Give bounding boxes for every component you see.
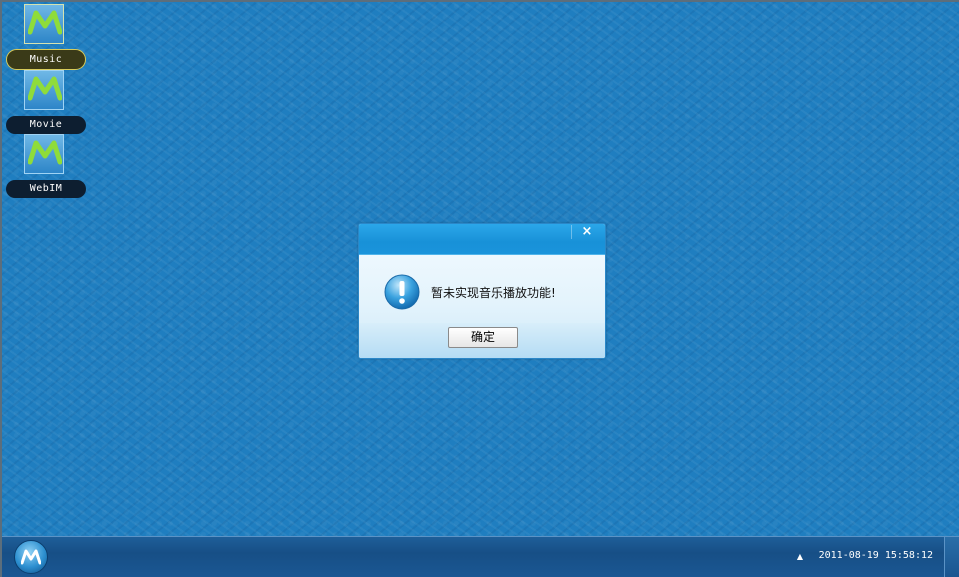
tray-expand-arrow-icon[interactable]: ▲ (797, 552, 803, 561)
app-logo-icon (24, 70, 64, 110)
start-logo-icon (21, 549, 41, 565)
ok-button[interactable]: 确定 (448, 327, 518, 348)
taskbar: ▲ 2011-08-19 15:58:12 (2, 536, 959, 577)
info-icon (384, 274, 420, 310)
desktop-icon-label: Movie (6, 116, 86, 134)
alert-dialog: × 暂未实现音乐播放功能! 确定 (358, 223, 606, 359)
app-logo-icon (24, 134, 64, 174)
desktop-icon-label: WebIM (6, 180, 86, 198)
dialog-message: 暂未实现音乐播放功能! (431, 286, 556, 300)
desktop: Music Movie WebIM × 暂未实现音乐播放功能! 确定 ▲ 201… (0, 0, 959, 577)
dialog-footer: 确定 (359, 323, 605, 358)
dialog-titlebar[interactable]: × (359, 224, 605, 255)
close-button[interactable]: × (571, 225, 602, 239)
dialog-body: 暂未实现音乐播放功能! (359, 255, 605, 325)
desktop-icon-label: Music (6, 49, 86, 70)
clock: 2011-08-19 15:58:12 (818, 550, 933, 561)
show-desktop-button[interactable] (944, 537, 959, 577)
app-logo-icon (24, 4, 64, 44)
start-button[interactable] (14, 540, 48, 574)
